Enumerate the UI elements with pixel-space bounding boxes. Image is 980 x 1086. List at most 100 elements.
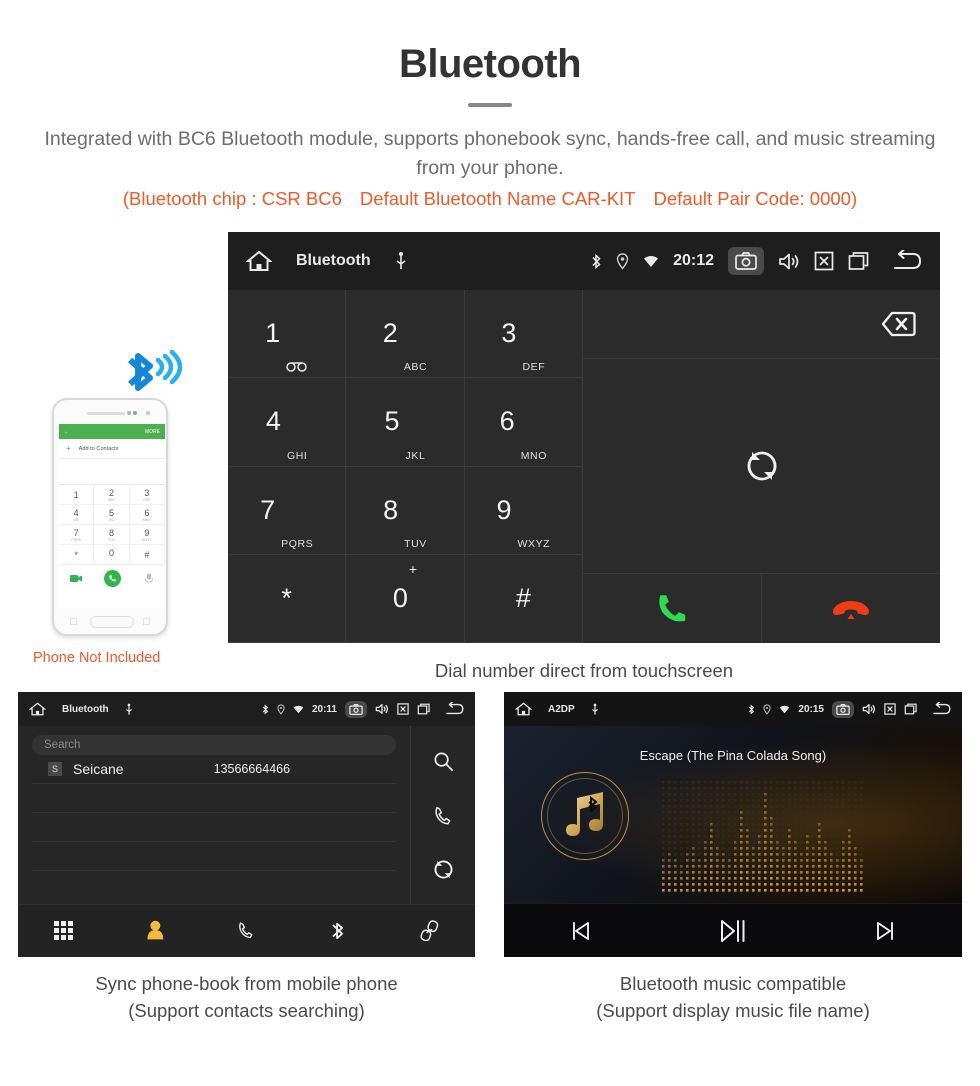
phonebook-clock: 20:11: [311, 703, 337, 715]
recents-icon[interactable]: [848, 251, 870, 271]
dial-key-9[interactable]: 9 WXYZ: [464, 466, 583, 555]
hangup-button[interactable]: [762, 574, 940, 643]
sync-contacts-button[interactable]: [583, 359, 940, 574]
dial-key-3[interactable]: 3 DEF: [464, 290, 583, 379]
recents-icon[interactable]: [417, 703, 431, 715]
phonebook-caption-line2: (Support contacts searching): [128, 1000, 365, 1021]
phonebook-side-actions: [411, 726, 475, 904]
volume-icon[interactable]: [375, 703, 389, 715]
dialer-keypad[interactable]: 1 2 ABC 3 DEF 4 GHI 5 JKL 6 MNO 7 PQRS 8 TUV 9 WXYZ * 0 + #: [228, 290, 583, 643]
phone-mock-key-digit: 0: [108, 547, 114, 558]
bluetooth-wireless-icon: [118, 340, 190, 398]
dial-key-0[interactable]: 0 +: [346, 554, 465, 643]
phone-mock-key-letters: GHI: [73, 517, 80, 522]
phone-mock-key-digit: 5: [108, 507, 114, 518]
contact-name: Seicane: [73, 761, 124, 777]
phone-icon: [237, 920, 256, 940]
contact-row[interactable]: S Seicane 13566664466: [32, 755, 396, 784]
voicemail-icon: [286, 361, 308, 377]
nav-keypad-button[interactable]: [18, 920, 109, 941]
camera-icon[interactable]: [345, 700, 367, 718]
dial-key-star[interactable]: *: [228, 554, 347, 643]
phone-nav-right: [143, 618, 150, 625]
backspace-icon[interactable]: [868, 310, 916, 338]
camera-icon[interactable]: [832, 700, 854, 718]
dial-key-hash[interactable]: #: [464, 554, 583, 643]
next-button[interactable]: [809, 919, 962, 943]
phone-mock-key-digit: 3: [144, 487, 150, 498]
recents-icon[interactable]: [904, 703, 918, 715]
sync-icon[interactable]: [433, 859, 454, 880]
phone-icon[interactable]: [433, 805, 454, 826]
close-box-icon[interactable]: [884, 703, 896, 715]
search-input[interactable]: Search: [32, 735, 396, 755]
phone-video-icon: [70, 574, 83, 583]
phone-not-included-note: Phone Not Included: [33, 650, 161, 666]
phone-mock-key-letters: TUV: [108, 537, 115, 542]
phone-mock-key-letters: MNO: [142, 517, 151, 522]
phone-mock-key-letters: WXYZ: [141, 537, 152, 542]
camera-icon[interactable]: [728, 247, 764, 275]
close-box-icon[interactable]: [397, 703, 409, 715]
link-icon: [420, 919, 439, 942]
dial-key-4[interactable]: 4 GHI: [228, 378, 347, 467]
now-playing-title: Escape (The Pina Colada Song): [639, 748, 827, 763]
call-button[interactable]: [583, 574, 762, 643]
phone-camera: [146, 411, 150, 415]
dial-key-digit: 5: [384, 406, 400, 437]
dial-key-letters: GHI: [286, 449, 308, 462]
dial-key-2[interactable]: 2 ABC: [346, 290, 465, 379]
phone-more-label: MORE: [145, 428, 160, 435]
dial-key-digit: 6: [499, 406, 515, 437]
phone-nav-left: [70, 618, 77, 625]
nav-link-button[interactable]: [384, 919, 475, 942]
dial-key-letters: MNO: [520, 449, 547, 462]
dial-key-5[interactable]: 5 JKL: [346, 378, 465, 467]
close-box-icon[interactable]: [814, 251, 834, 271]
keypad-icon: [54, 920, 74, 941]
phone-mock-key: *: [59, 545, 95, 565]
home-icon[interactable]: [29, 702, 46, 716]
previous-button[interactable]: [504, 919, 657, 943]
bluetooth-icon: [591, 253, 602, 270]
back-icon[interactable]: [932, 702, 951, 716]
phone-mock-key-digit: 4: [73, 507, 79, 518]
music-caption-line2: (Support display music file name): [596, 1000, 870, 1021]
contact-number: 13566664466: [213, 762, 291, 776]
wifi-icon: [293, 705, 304, 714]
back-icon[interactable]: [445, 702, 464, 716]
bluetooth-icon: [262, 704, 269, 715]
phonebook-nav-bar[interactable]: [18, 904, 475, 956]
dial-key-6[interactable]: 6 MNO: [464, 378, 583, 467]
phone-number-field: [59, 459, 165, 485]
phone-mock-key-digit: 2: [108, 487, 114, 498]
music-title: A2DP: [548, 703, 575, 715]
nav-bluetooth-button[interactable]: [292, 920, 383, 942]
phone-back-label: ←: [64, 428, 69, 435]
music-caption-line1: Bluetooth music compatible: [619, 973, 847, 994]
volume-icon[interactable]: [862, 703, 876, 715]
contact-icon: [146, 920, 165, 940]
dial-key-letters: PQRS: [281, 537, 314, 550]
play-pause-button[interactable]: [657, 916, 810, 946]
dial-key-7[interactable]: 7 PQRS: [228, 466, 347, 555]
back-icon[interactable]: [892, 250, 922, 272]
home-icon[interactable]: [515, 702, 532, 716]
dial-key-letters: JKL: [405, 449, 426, 462]
volume-icon[interactable]: [778, 252, 800, 271]
dial-key-digit: #: [515, 582, 531, 613]
phone-mockup: ← MORE + Add to Contacts 1 2 ABC 3 DEF 4 GHI 5 J…: [52, 398, 168, 636]
music-controls[interactable]: [504, 903, 962, 957]
nav-phone-button[interactable]: [201, 920, 292, 940]
phone-mock-key: 0 +: [94, 545, 130, 565]
dialed-number-field[interactable]: [583, 290, 940, 359]
dial-key-digit: 8: [383, 494, 399, 525]
nav-contact-button[interactable]: [109, 920, 200, 940]
dial-key-digit: 7: [260, 494, 276, 525]
search-icon[interactable]: [433, 751, 454, 772]
home-icon[interactable]: [246, 250, 272, 272]
dial-key-1[interactable]: 1: [228, 290, 347, 379]
phone-sensor: [127, 411, 131, 415]
dial-key-digit: 0: [392, 582, 408, 613]
dial-key-8[interactable]: 8 TUV: [346, 466, 465, 555]
